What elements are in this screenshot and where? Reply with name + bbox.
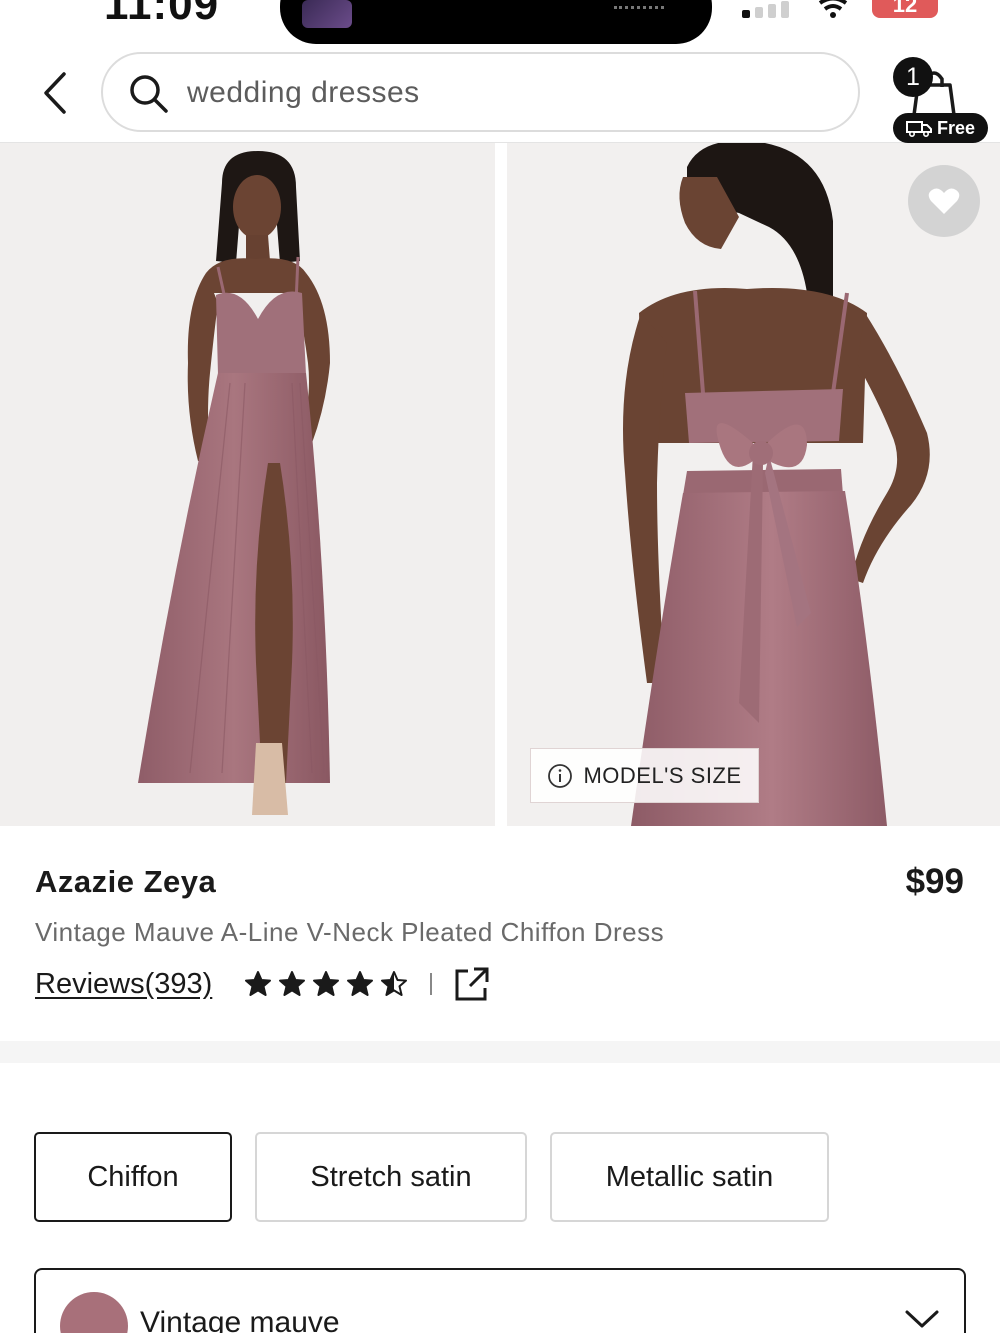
free-shipping-badge: Free bbox=[893, 113, 988, 143]
cart-count-badge: 1 bbox=[893, 57, 933, 97]
model-front-illustration bbox=[138, 151, 330, 815]
color-swatch bbox=[60, 1292, 128, 1333]
product-photo-front[interactable] bbox=[0, 143, 495, 826]
star-icon bbox=[381, 971, 408, 996]
section-divider bbox=[0, 1041, 1000, 1063]
chevron-down-icon bbox=[905, 1310, 939, 1328]
now-playing-artwork bbox=[302, 0, 352, 28]
material-option-metallic-satin[interactable]: Metallic satin bbox=[550, 1132, 829, 1222]
wishlist-button[interactable] bbox=[908, 165, 980, 237]
divider bbox=[430, 973, 433, 995]
reviews-link[interactable]: Reviews(393) bbox=[35, 968, 212, 1001]
search-header: wedding dresses 1 Free bbox=[0, 45, 1000, 143]
star-icon bbox=[279, 971, 306, 996]
material-option-chiffon[interactable]: Chiffon bbox=[34, 1132, 232, 1222]
free-shipping-label: Free bbox=[936, 117, 976, 138]
wifi-icon bbox=[818, 0, 848, 18]
model-back-illustration bbox=[623, 143, 930, 826]
search-query-text: wedding dresses bbox=[187, 76, 420, 109]
model-size-label: MODEL'S SIZE bbox=[583, 762, 742, 788]
heart-icon bbox=[928, 188, 960, 214]
product-price: $99 bbox=[905, 862, 964, 901]
status-time: 11:09 bbox=[104, 0, 220, 29]
chevron-left-icon bbox=[44, 72, 66, 114]
product-image-gallery[interactable]: MODEL'S SIZE bbox=[0, 143, 1000, 826]
selected-color-name: Vintage mauve bbox=[140, 1306, 340, 1333]
star-icon bbox=[347, 971, 374, 996]
material-option-stretch-satin[interactable]: Stretch satin bbox=[255, 1132, 527, 1222]
search-input[interactable]: wedding dresses bbox=[101, 52, 860, 132]
cart-button[interactable]: 1 Free bbox=[888, 53, 992, 143]
info-icon bbox=[548, 763, 573, 788]
share-icon[interactable] bbox=[454, 966, 490, 1002]
product-photo-back[interactable] bbox=[507, 143, 1000, 826]
cellular-signal-icon bbox=[742, 0, 796, 18]
dynamic-island bbox=[280, 0, 712, 44]
model-size-button[interactable]: MODEL'S SIZE bbox=[530, 748, 759, 803]
search-icon bbox=[130, 75, 168, 113]
delivery-truck-icon bbox=[905, 121, 932, 137]
audio-wave-icon bbox=[614, 6, 664, 16]
status-bar: 11:09 12 bbox=[0, 0, 1000, 45]
star-icon bbox=[245, 971, 272, 996]
back-button[interactable] bbox=[30, 67, 80, 119]
color-select-dropdown[interactable]: Vintage mauve bbox=[34, 1268, 966, 1333]
reviews-row: Reviews(393) bbox=[35, 962, 490, 1006]
rating-stars bbox=[244, 970, 408, 998]
product-brand: Azazie Zeya bbox=[35, 864, 217, 899]
star-icon bbox=[313, 971, 340, 996]
product-title: Vintage Mauve A-Line V-Neck Pleated Chif… bbox=[35, 917, 665, 947]
battery-indicator: 12 bbox=[872, 0, 938, 18]
